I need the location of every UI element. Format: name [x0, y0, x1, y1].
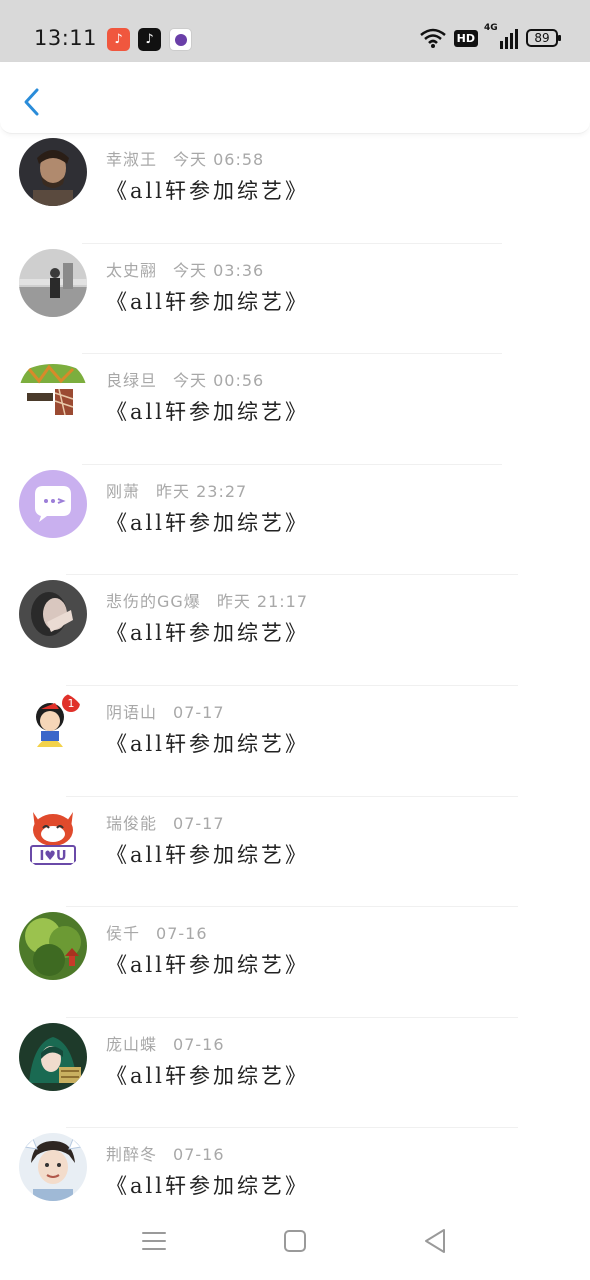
avatar-badge: 1: [68, 697, 75, 710]
list-item[interactable]: 幸淑王 今天 06:58 《all轩参加综艺》: [0, 133, 590, 244]
author-name: 刚萧: [106, 481, 141, 501]
system-nav-bar: [0, 1210, 590, 1280]
avatar: [19, 469, 87, 538]
author-name: 幸淑王: [106, 150, 158, 169]
message-meta: 庞山蝶 07-16: [106, 1031, 225, 1055]
message-meta: 荆醉冬 07-16: [106, 1141, 225, 1165]
message-time: 今天 00:56: [173, 371, 265, 391]
message-time: 昨天 21:17: [216, 592, 309, 612]
list-item[interactable]: 庞山蝶 07-16 《all轩参加综艺》: [0, 1018, 590, 1129]
avatar: [19, 248, 87, 317]
home-square-icon[interactable]: [280, 1226, 310, 1256]
status-time: 13:11: [34, 26, 98, 50]
message-title: 《all轩参加综艺》: [106, 621, 309, 646]
message-title: 《all轩参加综艺》: [106, 510, 309, 535]
third-app-icon: [169, 28, 192, 51]
music-app-icon: ♪: [107, 28, 130, 51]
menu-icon[interactable]: [139, 1226, 169, 1256]
avatar: [19, 359, 87, 428]
message-time: 07-16: [173, 1145, 225, 1165]
top-app-bar: [0, 62, 590, 134]
message-time: 07-16: [173, 1034, 225, 1054]
message-meta: 良绿旦 今天 00:56: [106, 367, 264, 391]
author-name: 太史翮: [106, 260, 158, 280]
battery-icon: 89: [526, 29, 561, 47]
message-title: 《all轩参加综艺》: [106, 289, 309, 314]
message-title: 《all轩参加综艺》: [106, 953, 309, 978]
message-meta: 悲伤的GG爆 昨天 21:17: [106, 588, 308, 612]
message-title: 《all轩参加综艺》: [106, 1174, 309, 1199]
message-list: 幸淑王 今天 06:58 《all轩参加综艺》 太史翮 今天 03:36 《all轩…: [0, 133, 590, 1239]
message-title: 《all轩参加综艺》: [106, 731, 309, 756]
avatar: [19, 580, 87, 649]
message-meta: 阴语山 07-17: [106, 699, 225, 723]
message-title: 《all轩参加综艺》: [106, 1063, 309, 1088]
author-name: 庞山蝶: [106, 1034, 158, 1054]
author-name: 悲伤的GG爆: [106, 592, 201, 612]
avatar-sticker-text: I♥U: [39, 849, 66, 864]
message-meta: 侯千 07-16: [106, 920, 208, 944]
author-name: 侯千: [106, 924, 141, 944]
list-item[interactable]: 太史翮 今天 03:36 《all轩参加综艺》: [0, 244, 590, 355]
list-item[interactable]: 1 阴语山 07-17 《all轩参加综艺》: [0, 686, 590, 797]
message-time: 07-17: [173, 813, 225, 833]
wifi-icon: [419, 28, 446, 48]
network-type-label: 4G: [484, 23, 498, 33]
author-name: 良绿旦: [106, 371, 158, 391]
status-indicators: HD 4G 89: [419, 23, 561, 49]
avatar: I♥U: [19, 801, 87, 870]
avatar: 1: [19, 690, 87, 759]
avatar: [19, 1022, 87, 1091]
status-bar: 13:11 ♪ ♪ HD 4G 89: [0, 0, 590, 62]
message-title: 《all轩参加综艺》: [106, 842, 309, 867]
message-time: 昨天 23:27: [156, 481, 248, 501]
cellular-signal-icon: 4G: [484, 23, 518, 49]
battery-level: 89: [534, 31, 550, 45]
message-meta: 幸淑王 今天 06:58: [106, 146, 264, 170]
avatar: [19, 1133, 87, 1202]
hd-badge: HD: [453, 29, 478, 47]
tiktok-app-icon: ♪: [138, 28, 161, 51]
message-time: 今天 06:58: [173, 150, 265, 169]
notification-app-icons: ♪ ♪: [107, 28, 192, 51]
author-name: 阴语山: [106, 702, 158, 722]
list-item[interactable]: 悲伤的GG爆 昨天 21:17 《all轩参加综艺》: [0, 575, 590, 686]
message-meta: 瑞俊能 07-17: [106, 810, 225, 834]
chevron-left-icon[interactable]: [20, 86, 44, 118]
avatar: [19, 912, 87, 981]
author-name: 荆醉冬: [106, 1145, 158, 1165]
message-title: 《all轩参加综艺》: [106, 179, 309, 203]
author-name: 瑞俊能: [106, 813, 158, 833]
list-item[interactable]: I♥U 瑞俊能 07-17 《all轩参加综艺》: [0, 797, 590, 908]
back-triangle-icon[interactable]: [420, 1226, 450, 1256]
message-meta: 刚萧 昨天 23:27: [106, 478, 247, 502]
message-time: 今天 03:36: [173, 260, 265, 280]
message-title: 《all轩参加综艺》: [106, 400, 309, 425]
message-time: 07-17: [173, 702, 225, 722]
list-item[interactable]: 刚萧 昨天 23:27 《all轩参加综艺》: [0, 465, 590, 576]
avatar: [19, 138, 87, 206]
message-meta: 太史翮 今天 03:36: [106, 257, 264, 281]
list-item[interactable]: 侯千 07-16 《all轩参加综艺》: [0, 907, 590, 1018]
list-item[interactable]: 良绿旦 今天 00:56 《all轩参加综艺》: [0, 354, 590, 465]
message-time: 07-16: [156, 924, 208, 944]
